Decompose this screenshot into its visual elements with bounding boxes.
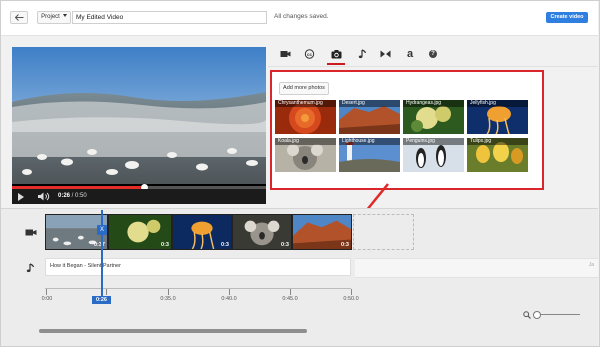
photo-thumbnail-jellyfish[interactable]: Jellyfish.jpg [467,100,528,134]
top-toolbar: Project My Edited Video All changes save… [1,1,598,36]
player-current-time: 0:26 [58,193,71,199]
clip-duration: 0:3 [341,242,349,248]
preview-frame-image [12,47,266,184]
text-icon: a [406,48,414,60]
audio-track-title: How it Began - Silent Partner [50,263,121,269]
video-preview[interactable] [12,47,266,204]
clip-duration: 0:3 [221,242,229,248]
photo-thumbnail-tulips[interactable]: Tulips.jpg [467,138,528,172]
tab-transitions[interactable] [376,47,394,61]
timeline-clip-desert[interactable]: 0:3 [292,214,352,250]
ruler-tick [229,289,230,295]
photo-thumbnail-koala[interactable]: Koala.jpg [275,138,336,172]
audio-track[interactable]: How it Began - Silent Partner [45,258,351,276]
playhead-handle[interactable]: X [97,225,107,235]
photos-panel: Add more photos Chrysanthemum.jpg Desert… [270,70,544,190]
photo-caption: Penguins.jpg [403,138,464,145]
ruler-label: 0:45.0 [282,296,298,302]
audio-track-icon [26,263,35,273]
photo-caption: Tulips.jpg [467,138,528,145]
ruler-tick [168,289,169,295]
audio-track-overflow: Ja [355,258,598,278]
volume-icon[interactable] [37,192,51,201]
photo-caption: Lighthouse.jpg [339,138,400,145]
photo-caption: Koala.jpg [275,138,336,145]
ruler-tick [46,289,47,295]
playhead[interactable] [101,210,103,300]
play-icon[interactable] [18,193,24,201]
caret-down-icon [62,14,67,17]
ruler-tick [290,289,291,295]
ruler-tick [351,289,352,295]
help-icon: ? [429,50,437,58]
zoom-search-icon [523,311,531,319]
tab-video[interactable] [276,47,294,61]
media-tabs: cc a ? [274,44,444,66]
create-video-button[interactable]: Create video [546,12,588,23]
time-ruler [45,288,351,289]
player-total-time: 0:50 [75,193,87,199]
video-camera-icon [280,51,290,57]
photo-caption: Chrysanthemum.jpg [275,100,336,107]
add-more-photos-button[interactable]: Add more photos [279,82,329,95]
music-note-icon [358,49,366,59]
clip-duration: 0:37 [93,242,105,248]
timeline-clip-koala[interactable]: 0:3 [232,214,292,250]
clip-duration: 0:3 [281,242,289,248]
player-controls: 0:26 / 0:50 [12,189,266,204]
svg-text:cc: cc [306,52,312,57]
playhead-time: 0:26 [92,296,111,304]
tab-photos[interactable] [327,47,345,65]
video-track-icon [25,229,37,236]
undo-arrow-icon [14,14,23,21]
timeline-drop-target[interactable] [353,214,414,250]
video-title-input[interactable]: My Edited Video [72,11,267,24]
audio-overflow-label: Ja [588,262,594,268]
ruler-label: 0:35.0 [160,296,176,302]
photo-thumbnail-desert[interactable]: Desert.jpg [339,100,400,134]
project-label: Project [41,14,60,20]
tab-help[interactable]: ? [424,47,442,61]
ruler-label: 0:00 [41,296,53,302]
tabs-divider [268,66,598,67]
save-status: All changes saved. [274,13,329,20]
timeline-scrollbar[interactable] [39,329,307,333]
transitions-icon [380,50,390,58]
player-timecode: 0:26 / 0:50 [58,193,87,199]
back-button[interactable] [10,11,28,24]
photo-thumbnail-chrysanthemum[interactable]: Chrysanthemum.jpg [275,100,336,134]
photo-thumbnail-penguins[interactable]: Penguins.jpg [403,138,464,172]
tab-text[interactable]: a [401,47,419,61]
photo-thumbnail-lighthouse[interactable]: Lighthouse.jpg [339,138,400,172]
photo-camera-icon [331,50,341,59]
project-dropdown[interactable]: Project [37,11,71,24]
photo-caption: Jellyfish.jpg [467,100,528,107]
timeline-clip-hydrangeas[interactable]: 0:3 [108,214,172,250]
creative-commons-icon: cc [304,49,314,59]
tab-audio[interactable] [353,47,371,61]
ruler-tick [106,289,107,295]
photo-caption: Hydrangeas.jpg [403,100,464,107]
photo-thumbnail-hydrangeas[interactable]: Hydrangeas.jpg [403,100,464,134]
timeline-clip-jellyfish[interactable]: 0:3 [172,214,232,250]
ruler-label: 0:40.0 [221,296,237,302]
zoom-slider-handle[interactable] [533,311,541,319]
clip-duration: 0:3 [161,242,169,248]
photo-caption: Desert.jpg [339,100,400,107]
tab-creative-commons[interactable]: cc [300,47,318,61]
ruler-label: 0:50.0 [343,296,359,302]
